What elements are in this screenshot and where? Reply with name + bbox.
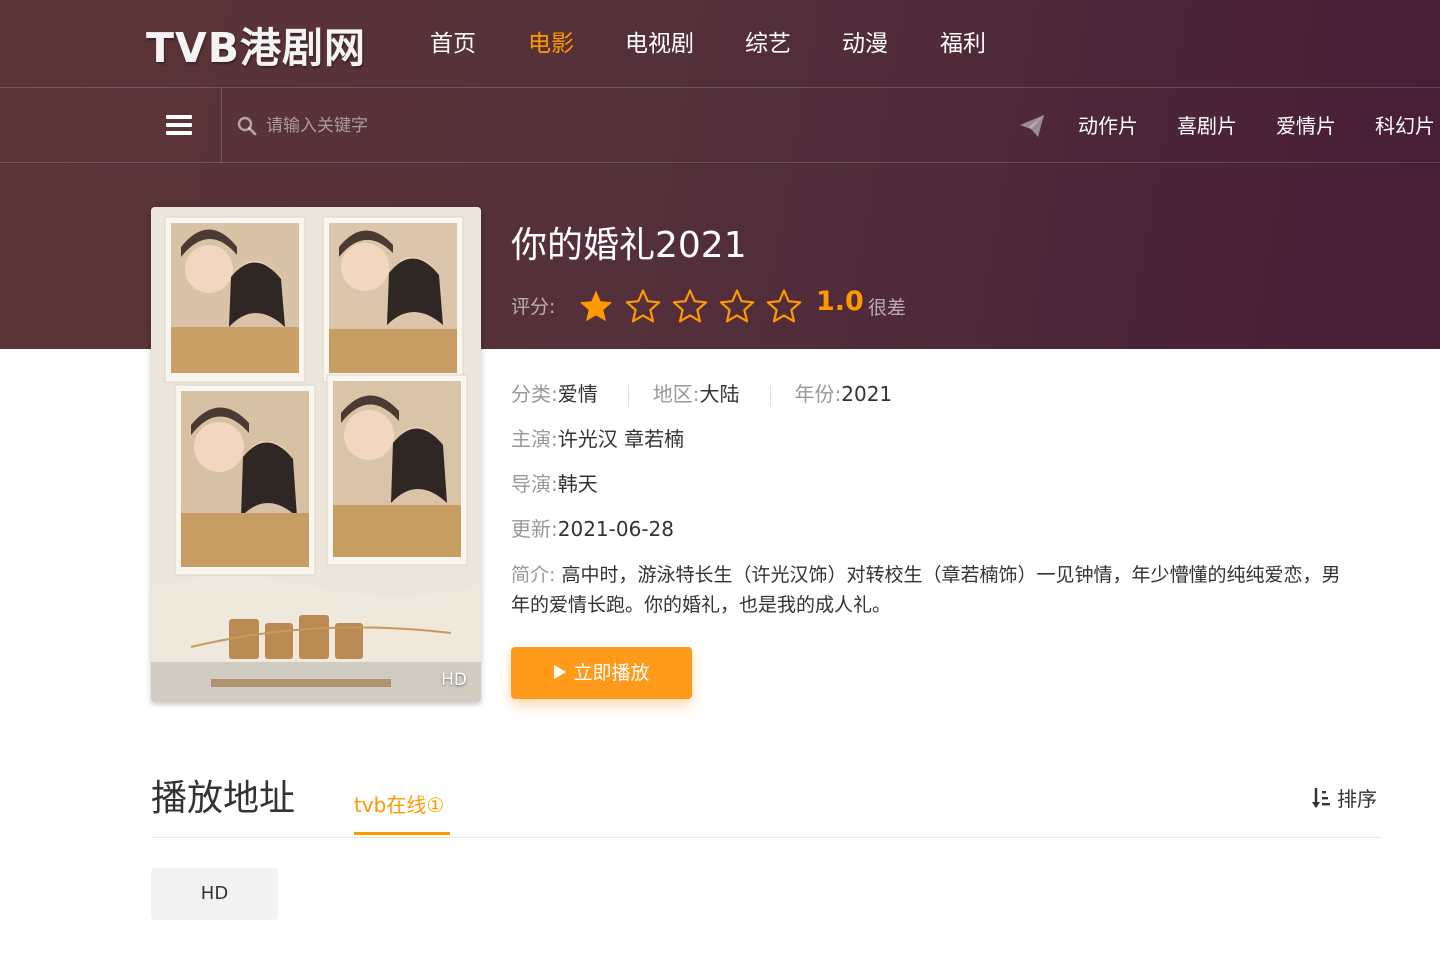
sort-label: 排序 [1337, 787, 1377, 811]
rating-label: 评分: [511, 296, 556, 318]
poster-image [151, 207, 481, 702]
top-bar: TVB港剧网 首页 电影 电视剧 综艺 动漫 福利 [0, 0, 1440, 88]
category-comedy[interactable]: 喜剧片 [1177, 112, 1237, 140]
region-value[interactable]: 大陆 [700, 382, 740, 406]
nav-item-home[interactable]: 首页 [430, 27, 476, 61]
movie-title: 你的婚礼2021 [511, 225, 747, 266]
search-bar: 动作片 喜剧片 爱情片 科幻片 [0, 88, 1440, 163]
hamburger-icon[interactable] [135, 88, 222, 163]
movie-poster[interactable]: HD [151, 207, 481, 702]
cast-label: 主演: [511, 427, 558, 451]
rating-verdict: 很差 [868, 297, 907, 319]
category-value[interactable]: 爱情 [558, 382, 598, 406]
cast-row: 主演:许光汉 章若楠 [511, 425, 684, 453]
category-romance[interactable]: 爱情片 [1276, 112, 1336, 140]
updated-row: 更新:2021-06-28 [511, 515, 674, 543]
tab-active-indicator [354, 832, 450, 835]
year-label: 年份: [794, 382, 842, 406]
nav-item-tv-series[interactable]: 电视剧 [625, 27, 694, 61]
cast-value[interactable]: 许光汉 章若楠 [558, 427, 684, 451]
search-input[interactable] [266, 108, 686, 144]
sort-button[interactable]: 排序 [1311, 785, 1377, 813]
playlist-divider [151, 837, 1381, 838]
play-icon [554, 665, 567, 679]
category-label: 分类: [511, 382, 558, 406]
divider [627, 385, 629, 406]
category-scifi[interactable]: 科幻片 [1375, 112, 1435, 140]
director-row: 导演:韩天 [511, 470, 598, 498]
updated-label: 更新: [511, 517, 558, 541]
category-action[interactable]: 动作片 [1078, 112, 1138, 140]
rating-stars [579, 289, 802, 323]
star-empty-icon [719, 289, 755, 323]
star-empty-icon [672, 289, 708, 323]
updated-value: 2021-06-28 [557, 517, 674, 541]
synopsis-text-line1: 高中时，游泳特长生（许光汉饰）对转校生（章若楠饰）一见钟情，年少懵懂的纯纯爱恋，… [561, 564, 1341, 586]
play-now-button[interactable]: 立即播放 [511, 647, 692, 699]
synopsis-label: 简介: [511, 564, 556, 586]
tab-source-tvb[interactable]: tvb在线① [354, 791, 444, 819]
region-label: 地区: [652, 382, 700, 406]
nav-item-welfare[interactable]: 福利 [940, 27, 986, 61]
director-label: 导演: [511, 472, 558, 496]
paper-plane-icon[interactable] [1018, 112, 1046, 140]
nav-item-movies[interactable]: 电影 [528, 27, 574, 61]
director-value[interactable]: 韩天 [558, 472, 598, 496]
site-logo[interactable]: TVB港剧网 [146, 14, 366, 74]
synopsis: 简介: 高中时，游泳特长生（许光汉饰）对转校生（章若楠饰）一见钟情，年少懵懂的纯… [511, 560, 1440, 622]
search-icon [237, 116, 257, 136]
sort-icon [1312, 788, 1330, 808]
star-empty-icon [625, 289, 661, 323]
divider [769, 385, 771, 406]
playlist-title: 播放地址 [151, 778, 296, 819]
play-now-label: 立即播放 [573, 662, 650, 684]
nav-item-variety[interactable]: 综艺 [745, 27, 791, 61]
star-filled-icon [579, 290, 613, 322]
poster-quality-badge: HD [441, 670, 467, 690]
synopsis-text-line2: 年的爱情长跑。你的婚礼，也是我的成人礼。 [511, 594, 892, 616]
meta-row: 分类:爱情 地区:大陆 年份:2021 [511, 380, 892, 408]
episode-button[interactable]: HD [151, 868, 278, 920]
rating-score: 1.0 [816, 286, 864, 317]
year-value[interactable]: 2021 [841, 382, 892, 406]
star-empty-icon [766, 289, 802, 323]
nav-item-anime[interactable]: 动漫 [842, 27, 888, 61]
